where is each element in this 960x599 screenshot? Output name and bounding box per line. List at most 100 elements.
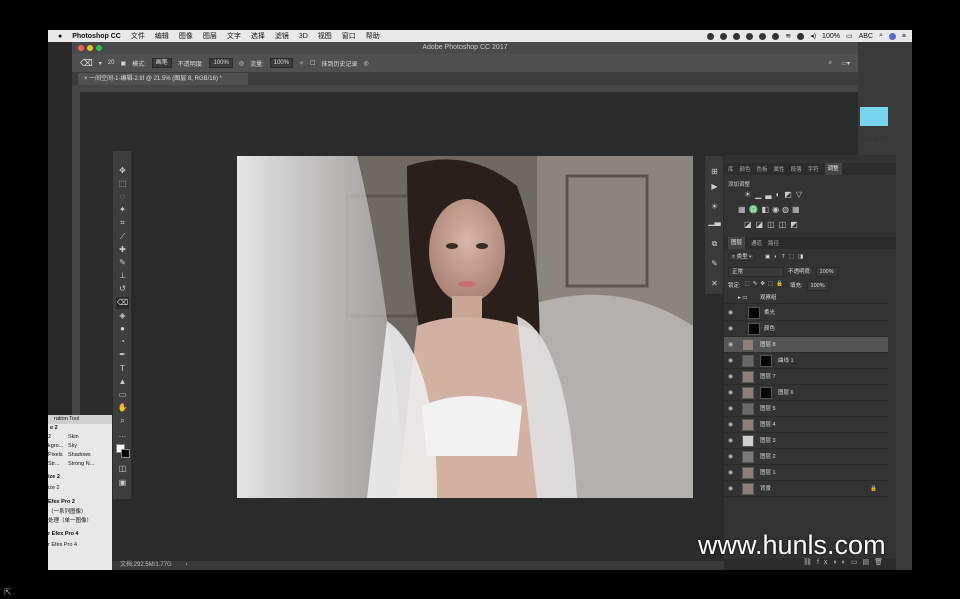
airbrush-icon[interactable]: ✧ [299,60,304,67]
document-size[interactable]: 文档:292.5M/1.77G [120,562,172,568]
eye-icon[interactable]: ◉ [728,401,736,417]
erase-history-checkbox[interactable]: ☐ [310,60,315,67]
magic-wand-icon[interactable]: ✦ [116,204,129,216]
eye-icon[interactable]: ◉ [728,305,736,321]
zoom-tool-icon[interactable]: ⌕ [116,415,129,427]
eye-icon[interactable]: ◉ [728,417,736,433]
brush-size[interactable]: 20 [108,60,115,66]
path-select-icon[interactable]: ▲ [116,376,129,388]
pressure-size-icon[interactable]: ◎ [364,60,369,67]
dodge-tool-icon[interactable]: ◔ [116,336,129,348]
history-brush-icon[interactable]: ↺ [116,283,129,295]
screen-mode-icon[interactable]: ▣ [116,477,129,489]
plugin-section[interactable]: r Efex Pro 4 [48,540,112,551]
layer-row[interactable]: ◉ 图层 2 [724,449,888,465]
layer-row[interactable]: ◉ 图层 1 [724,465,888,481]
tab-library[interactable]: 库 [728,165,734,173]
clone-stamp-icon[interactable]: ⊥ [116,270,129,282]
layer-row[interactable]: ◉ 图层 7 [724,369,888,385]
rectangle-tool-icon[interactable]: ▭ [116,389,129,401]
tool-presets-icon[interactable]: ✕ [708,278,721,290]
status-arrow-icon[interactable]: › [185,562,187,568]
airplay-icon[interactable] [797,32,805,40]
more-tools-icon[interactable]: … [116,429,129,441]
layer-row[interactable]: ◉ 曲线 1 [724,353,888,369]
plugin-row[interactable]: kgro... Sky [48,442,112,451]
eye-icon[interactable]: ◉ [728,465,736,481]
plugin-section[interactable]: ize 2 [48,472,112,483]
swatches-panel-icon[interactable]: ⧉ [708,238,721,250]
clock-icon[interactable] [759,32,767,40]
menu-layer[interactable]: 图层 [203,31,217,41]
tab-properties[interactable]: 属性 [774,165,785,173]
menu-edit[interactable]: 编辑 [155,31,169,41]
plugin-row[interactable]: Pixels Shadows [48,451,112,460]
plugin-section[interactable]: ize 2 [48,483,112,494]
layer-row[interactable]: ◉ 图层 6 [724,385,888,401]
tab-channels[interactable]: 通道 [751,239,762,247]
paint-bucket-icon[interactable]: ◈ [116,310,129,322]
document-photo[interactable] [237,156,693,498]
wechat-icon[interactable] [720,32,728,40]
document-tab[interactable]: × 一间空间-1-编辑-2.tif @ 21.5% (图层 8, RGB/16)… [78,73,248,85]
tab-layers[interactable]: 图层 [728,237,746,249]
plugin-item[interactable]: 处理（单一图像） [48,517,112,526]
lock-icons[interactable]: ⬚✎✥⬚🔒 [745,281,786,291]
layer-row[interactable]: ◉ 图层 5 [724,401,888,417]
layer-row[interactable]: ◉ 图层 4 [724,417,888,433]
menu-3d[interactable]: 3D [299,33,308,40]
minimize-window-button[interactable] [87,45,93,51]
status-icon[interactable] [733,32,741,40]
tab-paragraph[interactable]: 段落 [791,165,802,173]
quick-mask-icon[interactable]: ◫ [116,463,129,475]
brightness-panel-icon[interactable]: ☀ [708,201,721,213]
eye-icon[interactable]: ◉ [728,385,736,401]
tab-color[interactable]: 颜色 [740,165,751,173]
notification-icon[interactable]: ≡ [902,33,906,40]
bluetooth-icon[interactable] [772,32,780,40]
brush-tool-icon[interactable]: ✎ [116,257,129,269]
blur-tool-icon[interactable]: ● [116,323,129,335]
wifi-icon[interactable]: ≋ [785,32,791,40]
tab-character[interactable]: 字符 [808,165,819,173]
plugin-section[interactable]: Efex Pro 2 [48,497,112,508]
opacity-field[interactable]: 100% [209,58,233,68]
eye-icon[interactable]: ◉ [728,353,736,369]
eye-icon[interactable]: ◉ [728,433,736,449]
pressure-opacity-icon[interactable]: ◎ [239,60,244,67]
plugin-item[interactable]: （一系列图像） [48,508,112,517]
layer-row-selected[interactable]: ◉ 图层 8 [724,337,888,353]
menu-type[interactable]: 文字 [227,31,241,41]
eraser-tool-icon[interactable]: ⌫ [80,58,93,69]
mode-select[interactable]: 画笔 [151,58,172,68]
workspace-icon[interactable]: ▭▾ [841,60,850,67]
eyedropper-icon[interactable]: ⟋ [116,231,129,243]
adjustment-icons-row-1[interactable]: ☀▁▃◐◩▽ [744,190,806,199]
filter-kind-select[interactable]: ⌕ 类型 ▾ [728,253,756,261]
menu-app-name[interactable]: Photoshop CC [72,33,121,40]
menu-help[interactable]: 帮助 [366,31,380,41]
tab-adjustments[interactable]: 调整 [824,163,842,175]
apple-icon[interactable]: ● [58,33,62,40]
siri-icon[interactable] [888,32,896,40]
menu-window[interactable]: 窗口 [342,31,356,41]
pen-tool-icon[interactable]: ✒ [116,349,129,361]
eye-icon[interactable]: ◉ [728,369,736,385]
eye-icon[interactable]: ◉ [728,481,736,497]
tab-swatches[interactable]: 色板 [757,165,768,173]
search-icon[interactable]: ⌕ [879,32,883,40]
flow-field[interactable]: 100% [269,58,294,68]
menu-file[interactable]: 文件 [131,31,145,41]
marquee-tool-icon[interactable]: ⬚ [116,178,129,190]
crop-tool-icon[interactable]: ⌗ [116,217,129,229]
menu-view[interactable]: 视图 [318,31,332,41]
eraser-icon[interactable]: ⌫ [116,297,129,309]
healing-brush-icon[interactable]: ✚ [116,244,129,256]
brush-panel-icon[interactable]: ▣ [120,60,126,67]
tab-paths[interactable]: 路径 [768,239,779,247]
tool-preset-dropdown[interactable]: ▾ [99,60,102,67]
layer-group[interactable]: ▸ ▭ 观察组 [724,292,888,304]
actions-panel-icon[interactable]: ▶ [708,181,721,193]
menu-select[interactable]: 选择 [251,31,265,41]
levels-panel-icon[interactable]: ▁▃ [708,216,721,228]
